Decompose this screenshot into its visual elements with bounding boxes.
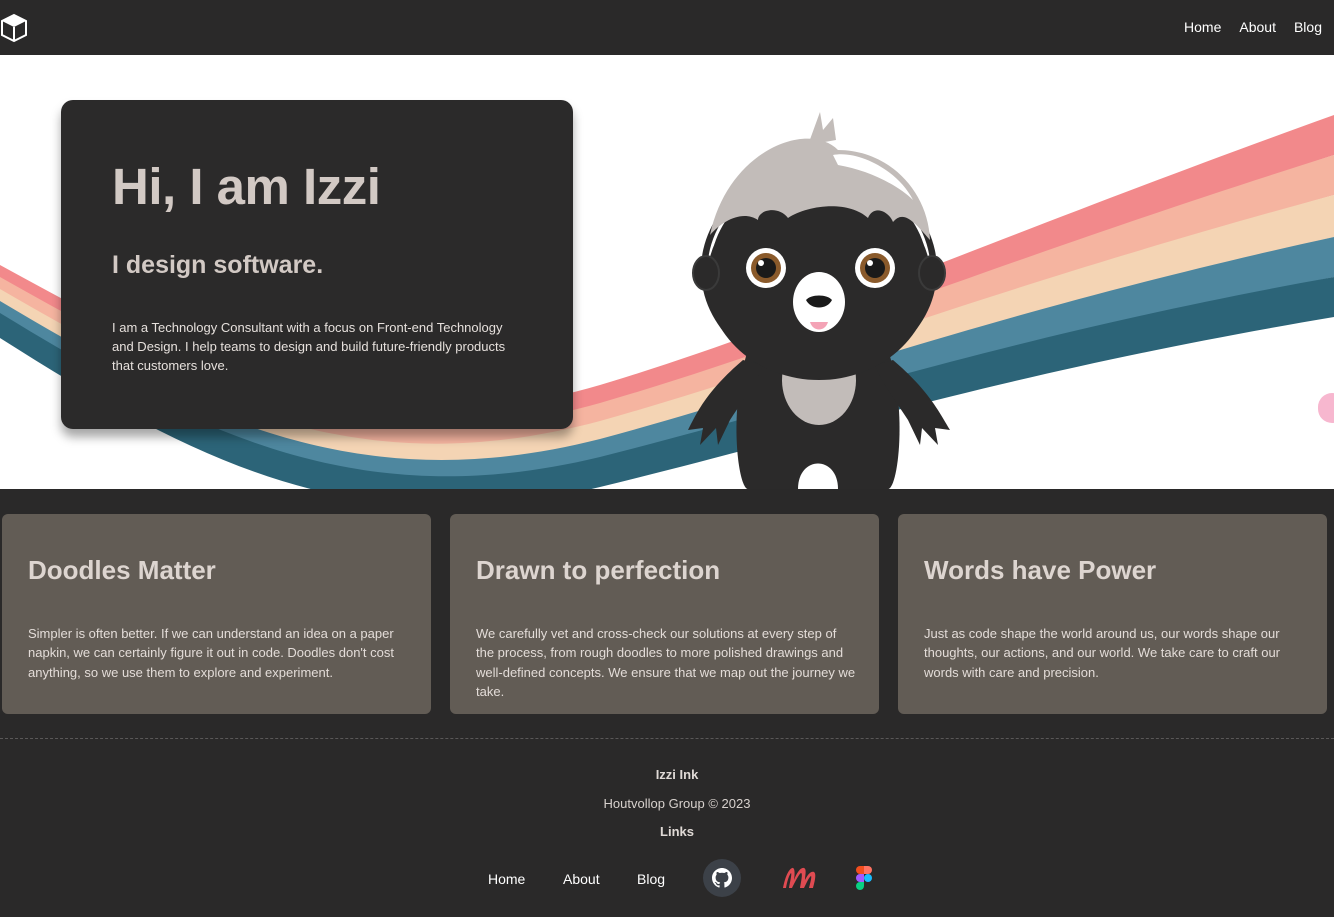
nav-home-link[interactable]: Home [1184,18,1221,36]
hero-section: Hi, I am Izzi I design software. I am a … [0,55,1334,489]
footer-home-link[interactable]: Home [488,870,525,888]
github-icon[interactable] [703,859,741,897]
footer-about-link[interactable]: About [563,870,600,888]
footer-brand: Izzi Ink [655,767,699,782]
main-nav: Home About Blog [1184,18,1322,36]
cube-logo-icon[interactable] [0,13,28,43]
card-title: Drawn to perfection [476,555,721,585]
footer-links-title: Links [660,824,694,839]
nav-blog-link[interactable]: Blog [1294,18,1322,36]
sloth-mascot-illustration [688,112,950,489]
feature-card: Words have Power Just as code shape the … [898,514,1327,714]
figma-icon[interactable] [856,866,872,890]
footer-copyright: Houtvollop Group © 2023 [603,796,751,811]
card-text: We carefully vet and cross-check our sol… [476,626,856,699]
card-text: Just as code shape the world around us, … [924,626,1281,680]
intro-card: Hi, I am Izzi I design software. I am a … [61,100,573,429]
feature-card: Doodles Matter Simpler is often better. … [2,514,431,714]
footer-blog-link[interactable]: Blog [637,870,665,888]
intro-text: I am a Technology Consultant with a focu… [112,320,506,373]
m-brand-icon[interactable] [780,864,818,892]
top-navbar: Home About Blog [0,0,1334,55]
hero-subtitle: I design software. [112,251,324,279]
page-title: Hi, I am Izzi [112,158,381,215]
card-title: Words have Power [924,555,1157,585]
footer-divider [0,738,1334,739]
card-text: Simpler is often better. If we can under… [28,626,394,680]
feature-card: Drawn to perfection We carefully vet and… [450,514,879,714]
nav-about-link[interactable]: About [1239,18,1276,36]
card-title: Doodles Matter [28,555,216,585]
